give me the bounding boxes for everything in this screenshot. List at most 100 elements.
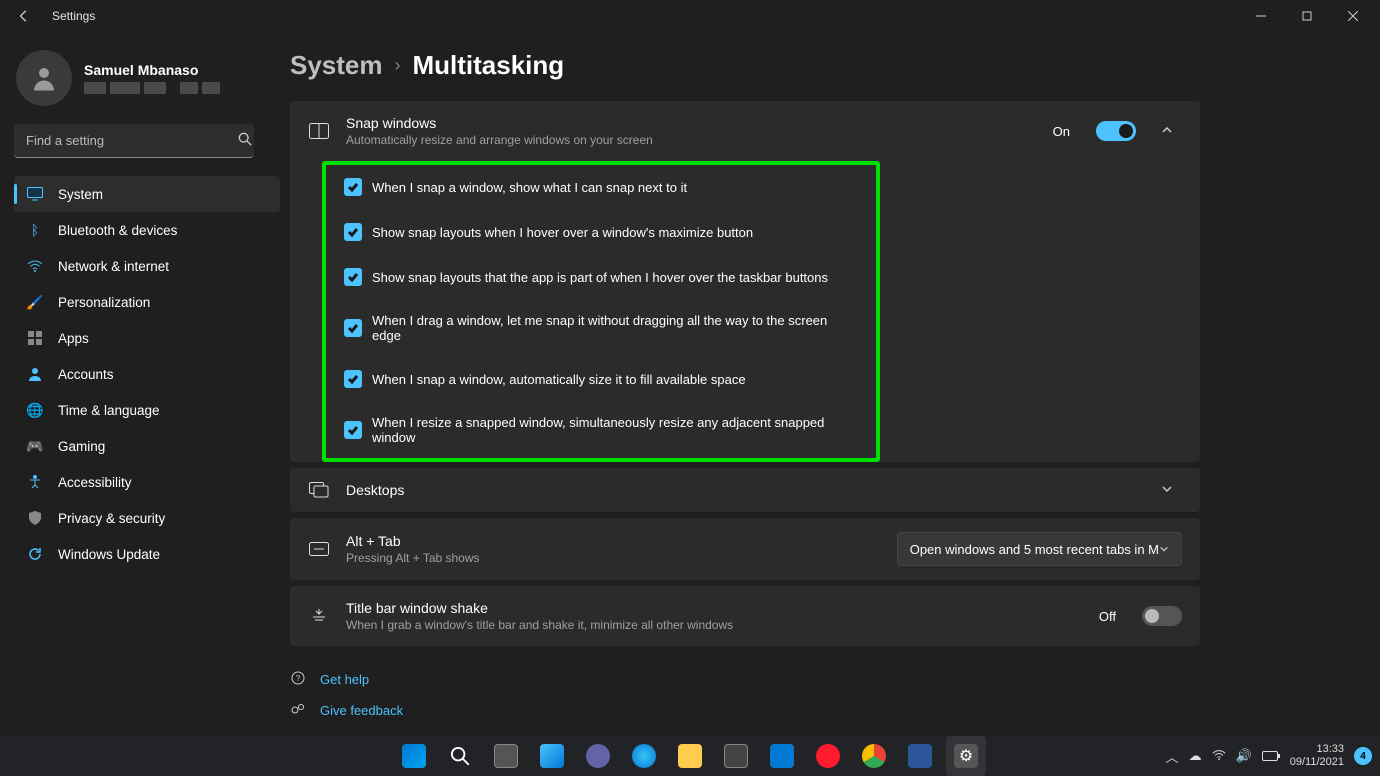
shield-icon: [26, 509, 44, 527]
globe-icon: 🌐: [26, 401, 44, 419]
snap-title: Snap windows: [346, 115, 1037, 131]
search-input[interactable]: [14, 124, 254, 158]
shake-toggle-label: Off: [1099, 609, 1116, 624]
chevron-right-icon: ›: [395, 55, 401, 76]
snap-option-label: When I resize a snapped window, simultan…: [372, 415, 858, 445]
snap-toggle[interactable]: [1096, 121, 1136, 141]
desktops-icon: [308, 482, 330, 498]
game-icon: 🎮: [26, 437, 44, 455]
onedrive-icon[interactable]: ☁: [1189, 748, 1202, 764]
settings-button[interactable]: ⚙: [946, 736, 986, 776]
nav-item-privacy-security[interactable]: Privacy & security: [14, 500, 280, 536]
nav-label: Gaming: [58, 439, 105, 454]
checkbox[interactable]: [344, 223, 362, 241]
shake-toggle[interactable]: [1142, 606, 1182, 626]
nav-label: Accessibility: [58, 475, 132, 490]
search-button[interactable]: [440, 736, 480, 776]
nav-item-network-internet[interactable]: Network & internet: [14, 248, 280, 284]
checkbox[interactable]: [344, 268, 362, 286]
shake-title: Title bar window shake: [346, 600, 1083, 616]
get-help-link[interactable]: ? Get help: [290, 664, 1200, 695]
alttab-title: Alt + Tab: [346, 533, 881, 549]
nav-item-accessibility[interactable]: Accessibility: [14, 464, 280, 500]
snap-option-5[interactable]: When I resize a snapped window, simultan…: [326, 401, 876, 458]
nav-item-system[interactable]: System: [14, 176, 280, 212]
display-icon: [26, 185, 44, 203]
volume-icon[interactable]: 🔊: [1236, 748, 1252, 764]
snap-option-label: Show snap layouts when I hover over a wi…: [372, 225, 753, 240]
mail-button[interactable]: [762, 736, 802, 776]
snap-option-2[interactable]: Show snap layouts that the app is part o…: [326, 254, 876, 299]
bluetooth-icon: ᛒ: [26, 221, 44, 239]
breadcrumb: System › Multitasking: [290, 50, 1200, 81]
taskview-button[interactable]: [486, 736, 526, 776]
help-icon: ?: [290, 670, 308, 689]
nav-item-personalization[interactable]: 🖌️Personalization: [14, 284, 280, 320]
chevron-down-icon[interactable]: [1152, 483, 1182, 498]
checkbox[interactable]: [344, 370, 362, 388]
edge-button[interactable]: [624, 736, 664, 776]
opera-button[interactable]: [808, 736, 848, 776]
nav-label: Time & language: [58, 403, 160, 418]
snap-option-label: When I snap a window, automatically size…: [372, 372, 746, 387]
snap-option-3[interactable]: When I drag a window, let me snap it wit…: [326, 299, 876, 356]
person-icon: [26, 365, 44, 383]
search[interactable]: [14, 124, 280, 158]
snap-option-label: When I drag a window, let me snap it wit…: [372, 313, 858, 343]
snap-option-1[interactable]: Show snap layouts when I hover over a wi…: [326, 209, 876, 254]
battery-icon[interactable]: [1262, 749, 1280, 764]
nav-item-accounts[interactable]: Accounts: [14, 356, 280, 392]
explorer-button[interactable]: [670, 736, 710, 776]
chat-button[interactable]: [578, 736, 618, 776]
nav-item-windows-update[interactable]: Windows Update: [14, 536, 280, 572]
chevron-down-icon: [1159, 544, 1169, 554]
nav-item-time-language[interactable]: 🌐 Time & language: [14, 392, 280, 428]
update-icon: [26, 545, 44, 563]
user-block[interactable]: Samuel Mbanaso: [14, 50, 280, 106]
snap-windows-header[interactable]: Snap windows Automatically resize and ar…: [290, 101, 1200, 161]
widgets-button[interactable]: [532, 736, 572, 776]
wifi-icon[interactable]: [1212, 748, 1226, 765]
give-feedback-link[interactable]: Give feedback: [290, 695, 1200, 726]
alttab-card: Alt + Tab Pressing Alt + Tab shows Open …: [290, 518, 1200, 580]
apps-icon: [26, 329, 44, 347]
window-title: Settings: [52, 9, 95, 23]
shake-card: Title bar window shake When I grab a win…: [290, 586, 1200, 646]
close-button[interactable]: [1330, 0, 1376, 32]
snap-option-4[interactable]: When I snap a window, automatically size…: [326, 356, 876, 401]
notification-badge[interactable]: 4: [1354, 747, 1372, 765]
breadcrumb-parent[interactable]: System: [290, 50, 383, 81]
nav-label: System: [58, 187, 103, 202]
checkbox[interactable]: [344, 178, 362, 196]
user-sub: [84, 82, 220, 94]
minimize-button[interactable]: [1238, 0, 1284, 32]
nav-item-bluetooth-devices[interactable]: ᛒ Bluetooth & devices: [14, 212, 280, 248]
wifi-icon: [26, 257, 44, 275]
desktops-card[interactable]: Desktops: [290, 468, 1200, 512]
maximize-button[interactable]: [1284, 0, 1330, 32]
chrome-button[interactable]: [854, 736, 894, 776]
word-button[interactable]: [900, 736, 940, 776]
snap-toggle-label: On: [1053, 124, 1070, 139]
checkbox[interactable]: [344, 319, 362, 337]
store-button[interactable]: [716, 736, 756, 776]
avatar: [16, 50, 72, 106]
search-icon: [238, 132, 252, 149]
nav-item-apps[interactable]: Apps: [14, 320, 280, 356]
tray-chevron-icon[interactable]: ︿: [1166, 747, 1179, 766]
snap-option-0[interactable]: When I snap a window, show what I can sn…: [326, 165, 876, 209]
alttab-dropdown[interactable]: Open windows and 5 most recent tabs in M: [897, 532, 1182, 566]
page-title: Multitasking: [413, 50, 565, 81]
nav-label: Bluetooth & devices: [58, 223, 177, 238]
nav-item-gaming[interactable]: 🎮 Gaming: [14, 428, 280, 464]
snap-sub: Automatically resize and arrange windows…: [346, 133, 1037, 147]
chevron-up-icon[interactable]: [1152, 124, 1182, 139]
taskbar: ⚙ ︿ ☁ 🔊 13:33 09/11/2021 4: [0, 736, 1380, 776]
start-button[interactable]: [394, 736, 434, 776]
feedback-icon: [290, 701, 308, 720]
back-button[interactable]: [8, 0, 40, 32]
snap-option-label: Show snap layouts that the app is part o…: [372, 270, 828, 285]
checkbox[interactable]: [344, 421, 362, 439]
nav-label: Windows Update: [58, 547, 160, 562]
clock[interactable]: 13:33 09/11/2021: [1290, 743, 1344, 769]
